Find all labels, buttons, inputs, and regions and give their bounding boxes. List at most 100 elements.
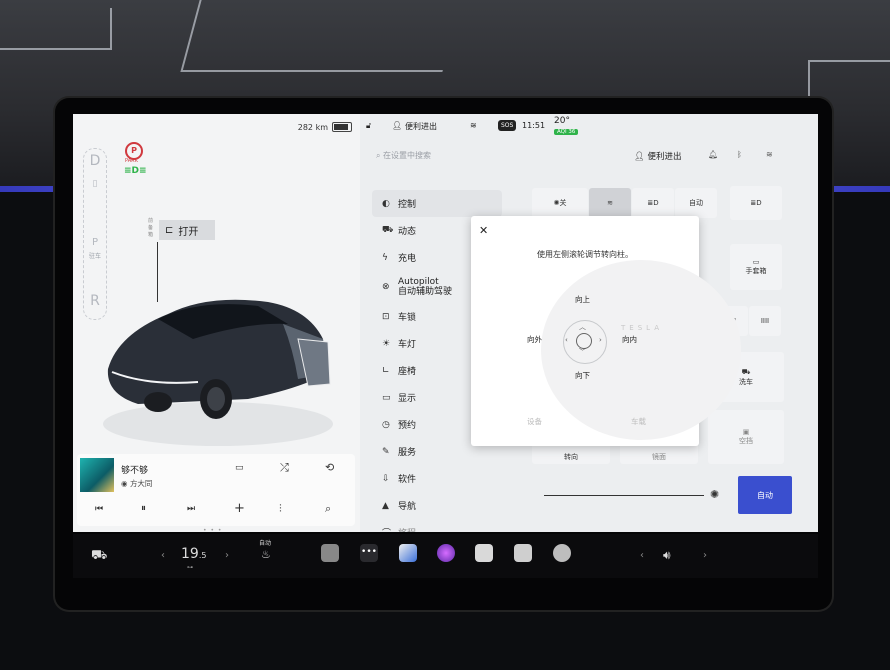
cabin-temp[interactable]: 19.5 <box>181 546 206 562</box>
nav-label: 预约 <box>398 421 417 431</box>
calendar-app-icon[interactable] <box>514 544 532 562</box>
touchscreen: 282 km D ▯ P 驻车 R P PARK ≡D≡ 前备箱 ⊏ 打开 够不… <box>73 114 818 532</box>
nav-label: 座椅 <box>398 367 417 377</box>
nav-label: 控制 <box>398 200 417 210</box>
toybox-app-icon[interactable] <box>553 544 571 562</box>
brightness-slider[interactable] <box>544 495 704 496</box>
nav-icon: ▲ <box>382 500 389 511</box>
lights-off-button[interactable]: ✺ 关 <box>532 188 588 218</box>
neutral-button[interactable]: ▣ 空挡 <box>708 410 784 464</box>
profile-name[interactable]: 便利进出 <box>405 121 437 132</box>
lyrics-icon[interactable]: ▭ <box>235 463 244 473</box>
car-render[interactable] <box>98 254 338 454</box>
browser-app-icon[interactable] <box>475 544 493 562</box>
car-wash-icon: ⛟ <box>741 367 751 376</box>
low-beam-icon: ≣D <box>647 199 659 207</box>
chevron-up-icon: ︿ <box>579 323 586 331</box>
brightness-icon: ✺ <box>710 488 720 501</box>
top-status-bar: 🔓︎ 👤︎ 便利进出 ≋ SOS 11:51 20° AQI 36 <box>360 114 818 140</box>
sos-button[interactable]: SOS <box>498 120 517 131</box>
song-title: 够不够 <box>121 466 149 476</box>
wifi-icon: ≋ <box>470 121 477 130</box>
temp-down-icon[interactable]: ‹ <box>161 550 165 561</box>
glovebox-icon: ▭ <box>752 258 760 266</box>
settings-profile[interactable]: 👤︎ 便利进出 <box>634 150 682 162</box>
toggle-icon: ◐ <box>382 198 390 209</box>
nav-software[interactable]: ⇩ 软件 <box>372 465 502 492</box>
parking-lights-button[interactable]: ≋ <box>589 188 631 218</box>
nav-label: 软件 <box>398 475 417 485</box>
temp-up-icon[interactable]: › <box>225 550 229 561</box>
glovebox-button[interactable]: ▭ 手套箱 <box>730 244 782 290</box>
battery-icon <box>332 122 352 132</box>
lock-open-icon[interactable]: 🔓︎ <box>366 121 371 131</box>
direction-in-label: 向内 <box>622 335 637 344</box>
previous-track-icon[interactable]: ⏮ <box>95 504 103 514</box>
fan-icon: ⊶ <box>187 564 193 571</box>
gear-d[interactable]: D <box>84 153 106 169</box>
close-icon[interactable]: ✕ <box>479 224 488 237</box>
more-apps-icon[interactable]: ••• <box>360 544 378 562</box>
car-icon[interactable]: ⛟ <box>91 548 107 565</box>
neutral-icon: ▣ <box>742 428 750 436</box>
volume-up-icon[interactable]: › <box>703 550 707 561</box>
light-sculpture <box>0 8 112 50</box>
nav-navigation[interactable]: ▲ 导航 <box>372 492 502 519</box>
media-app-icon[interactable] <box>437 544 455 562</box>
low-beam-button[interactable]: ≣D <box>632 188 674 218</box>
add-icon[interactable]: + <box>234 501 245 516</box>
car-icon: ⛟ <box>382 225 394 235</box>
settings-search[interactable]: ⌕ 在设置中搜索 <box>376 150 431 161</box>
search-media-icon[interactable]: ⌕ <box>325 502 331 516</box>
nav-label: 旅程 <box>398 526 416 532</box>
seat-heat-label: 自动 <box>259 540 272 547</box>
volume-icon[interactable]: 🔊︎ <box>663 548 671 563</box>
lights-off-label: 关 <box>559 199 567 207</box>
equalizer-icon[interactable]: ⫶ <box>279 502 282 516</box>
wheel-icon: ⊗ <box>382 282 390 292</box>
volume-down-icon[interactable]: ‹ <box>640 550 644 561</box>
frunk-icon: ⊏ <box>165 224 174 236</box>
faded-label-left: 设备 <box>527 417 542 426</box>
bluetooth-icon[interactable]: ᛒ <box>737 150 742 159</box>
camera-app-icon[interactable] <box>321 544 339 562</box>
dialog-title: 使用左侧滚轮调节转向柱。 <box>537 250 633 259</box>
artist-text: 方大同 <box>129 479 153 488</box>
display-icon: ▭ <box>382 392 391 403</box>
pause-icon[interactable]: ⏸ <box>141 503 146 514</box>
repeat-icon[interactable]: ⟲ <box>325 461 334 474</box>
media-player: 够不够 ◉ 方大同 ▭ ⤮ ⟲ ⏮ ⏸ ⏭ + ⫶ ⌕ <box>77 454 355 526</box>
lights-auto-button[interactable]: 自动 <box>675 188 717 218</box>
direction-up-label: 向上 <box>575 295 590 304</box>
frunk-open-button[interactable]: ⊏ 打开 <box>159 220 215 240</box>
search-input[interactable]: 在设置中搜索 <box>383 151 431 160</box>
lock-icon: ⊡ <box>382 311 390 322</box>
trip-icon: ⌒ <box>382 526 398 532</box>
profile-icon[interactable]: 👤︎ <box>392 121 402 130</box>
nav-trips[interactable]: ⌒旅程 <box>372 519 502 532</box>
gear-p[interactable]: P <box>84 237 106 248</box>
fog-light-icon: ≣D <box>750 199 762 207</box>
frunk-open-label: 打开 <box>178 226 199 238</box>
light-icon: ☀︎ <box>382 338 391 349</box>
frunk-label: 前备箱 <box>148 218 154 238</box>
bell-icon[interactable]: 🔔︎ <box>708 150 718 159</box>
fog-light-button[interactable]: ≣D <box>730 186 782 220</box>
auto-brightness-button[interactable]: 自动 <box>738 476 792 514</box>
wiper-four-button[interactable]: IIII <box>749 306 781 336</box>
shuffle-icon[interactable]: ⤮ <box>280 461 289 475</box>
nav-controls[interactable]: ◐ 控制 <box>372 190 502 217</box>
next-track-icon[interactable]: ⏭ <box>187 504 195 514</box>
range-status: 282 km <box>298 122 352 132</box>
seat-heater-icon[interactable]: ♨︎ <box>261 548 271 561</box>
seat-icon: ∟ <box>382 365 390 376</box>
range-text: 282 km <box>297 122 328 132</box>
nav-label: Autopilot <box>398 277 439 287</box>
clock-icon: ◷ <box>382 419 390 430</box>
nav-label: 显示 <box>398 394 417 404</box>
wrench-icon: ✎ <box>382 446 390 457</box>
navigation-app-icon[interactable] <box>399 544 417 562</box>
faded-label-right: 车载 <box>631 417 646 426</box>
album-art[interactable] <box>80 458 114 492</box>
vehicle-pane: 282 km D ▯ P 驻车 R P PARK ≡D≡ 前备箱 ⊏ 打开 够不… <box>73 114 360 532</box>
